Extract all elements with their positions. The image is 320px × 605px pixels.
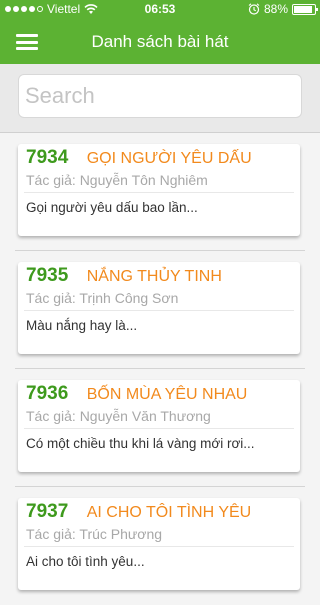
battery-icon: [292, 3, 318, 15]
song-card[interactable]: 7934 GỌI NGƯỜI YÊU DẤU Tác giả: Nguyễn T…: [18, 144, 300, 236]
song-author: Tác giả: Trịnh Công Sơn: [26, 290, 179, 306]
status-bar: Viettel 06:53 88%: [0, 0, 320, 20]
song-number: 7934: [26, 147, 69, 168]
song-number: 7937: [26, 501, 69, 522]
song-card[interactable]: 7936 BỐN MÙA YÊU NHAU Tác giả: Nguyễn Vă…: [18, 380, 300, 472]
song-title: BỐN MÙA YÊU NHAU: [86, 386, 248, 403]
app-header: Viettel 06:53 88% Danh sách bài hát: [0, 0, 320, 64]
song-author: Tác giả: Nguyễn Văn Thương: [26, 408, 211, 424]
song-preview: Có một chiều thu khi lá vàng mới rơi...: [26, 436, 255, 451]
song-number: 7935: [26, 265, 69, 286]
song-card[interactable]: 7935 NẮNG THỦY TINH Tác giả: Trịnh Công …: [18, 262, 300, 354]
song-row: 7936 BỐN MÙA YÊU NHAU Tác giả: Nguyễn Vă…: [0, 369, 320, 487]
navigation-bar: Danh sách bài hát: [0, 20, 320, 64]
card-divider: [24, 192, 294, 193]
song-heading: 7935 NẮNG THỦY TINH: [26, 265, 294, 291]
song-title: NẮNG THỦY TINH: [86, 268, 222, 285]
song-author: Tác giả: Nguyễn Tôn Nghiêm: [26, 172, 208, 188]
song-number: 7936: [26, 383, 69, 404]
song-heading: 7937 AI CHO TÔI TÌNH YÊU: [26, 501, 294, 527]
song-preview: Ai cho tôi tình yêu...: [26, 554, 145, 569]
alarm-icon: [248, 3, 260, 15]
song-preview: Màu nắng hay là...: [26, 318, 138, 333]
song-row: 7934 GỌI NGƯỜI YÊU DẤU Tác giả: Nguyễn T…: [0, 133, 320, 251]
card-divider: [24, 546, 294, 547]
song-author: Tác giả: Trúc Phương: [26, 526, 163, 542]
card-divider: [24, 428, 294, 429]
search-input[interactable]: [18, 74, 302, 118]
page-title: Danh sách bài hát: [91, 32, 229, 51]
song-heading: 7934 GỌI NGƯỜI YÊU DẤU: [26, 147, 294, 173]
status-bar-right: 88%: [248, 2, 318, 16]
battery-percentage: 88%: [263, 2, 288, 16]
song-heading: 7936 BỐN MÙA YÊU NHAU: [26, 383, 294, 409]
song-preview: Gọi người yêu dấu bao lần...: [26, 200, 198, 215]
card-divider: [24, 310, 294, 311]
song-row: 7935 NẮNG THỦY TINH Tác giả: Trịnh Công …: [0, 251, 320, 369]
song-list: 7934 GỌI NGƯỜI YÊU DẤU Tác giả: Nguyễn T…: [0, 133, 320, 605]
song-card[interactable]: 7937 AI CHO TÔI TÌNH YÊU Tác giả: Trúc P…: [18, 498, 300, 590]
song-row: 7937 AI CHO TÔI TÌNH YÊU Tác giả: Trúc P…: [0, 487, 320, 605]
search-bar: [0, 64, 320, 133]
song-title: AI CHO TÔI TÌNH YÊU: [86, 504, 252, 521]
song-title: GỌI NGƯỜI YÊU DẤU: [86, 150, 252, 167]
